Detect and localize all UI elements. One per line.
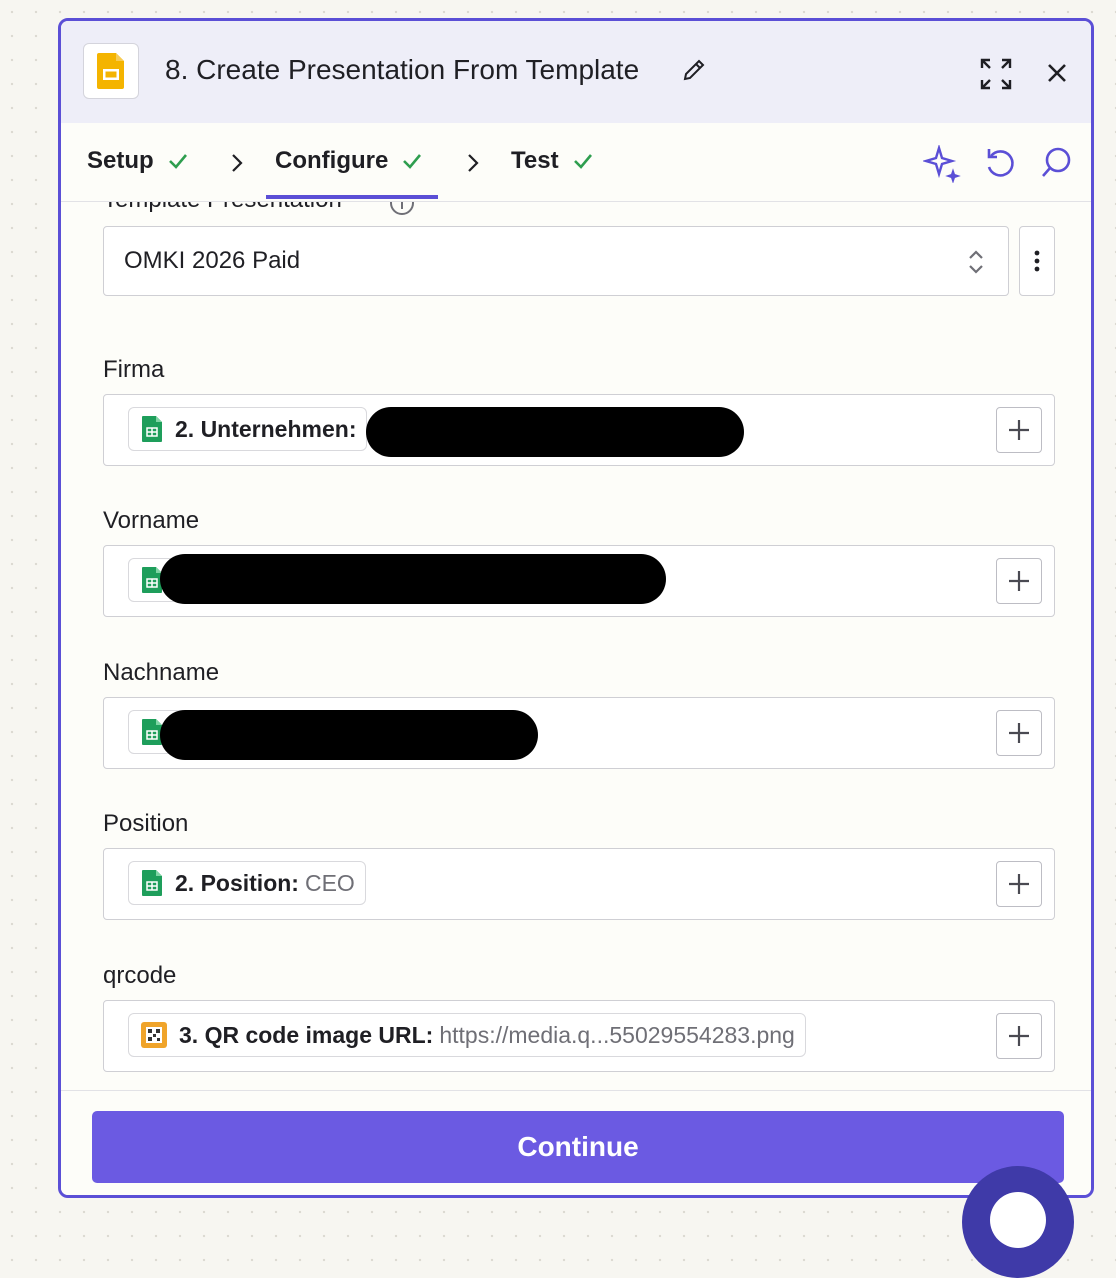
- check-icon: [403, 154, 422, 169]
- panel-footer: Continue: [61, 1090, 1091, 1195]
- plus-icon: [1009, 571, 1029, 591]
- google-sheets-icon: [142, 870, 162, 896]
- chat-icon: [990, 1192, 1046, 1248]
- plus-icon: [1009, 1026, 1029, 1046]
- chevron-up-down-icon: [966, 247, 986, 282]
- tab-setup-label: Setup: [87, 147, 154, 174]
- chip-label: 2. Position:: [175, 869, 299, 896]
- mapped-value-chip[interactable]: 2. Position: CEO: [128, 861, 366, 905]
- template-presentation-label: Template Presentation: [103, 202, 342, 214]
- redacted-block: [160, 554, 666, 604]
- position-input[interactable]: 2. Position: CEO: [103, 848, 1055, 920]
- page-title: 8. Create Presentation From Template: [165, 54, 640, 85]
- chevron-right-icon: [232, 154, 243, 172]
- field-label-firma: Firma: [103, 356, 165, 383]
- undo-icon[interactable]: [983, 145, 1017, 186]
- active-tab-indicator: [266, 195, 438, 199]
- plus-icon: [1009, 874, 1029, 894]
- add-mapping-button[interactable]: [996, 710, 1042, 756]
- field-label-qrcode: qrcode: [103, 962, 177, 989]
- qr-code-app-icon: [141, 1022, 167, 1048]
- search-icon[interactable]: [1039, 145, 1073, 186]
- chip-value: https://media.q...55029554283.png: [439, 1021, 795, 1048]
- redacted-block: [160, 710, 538, 760]
- firma-input[interactable]: 2. Unternehmen:: [103, 394, 1055, 466]
- step-editor-panel: 8. Create Presentation From Template Set…: [58, 18, 1094, 1198]
- chat-launcher-button[interactable]: [962, 1166, 1074, 1278]
- tab-configure-label: Configure: [275, 147, 389, 174]
- plus-icon: [1009, 420, 1029, 440]
- plus-icon: [1009, 723, 1029, 743]
- add-mapping-button[interactable]: [996, 558, 1042, 604]
- close-icon[interactable]: [1043, 59, 1071, 92]
- field-label-position: Position: [103, 810, 189, 837]
- field-label-vorname: Vorname: [103, 507, 200, 534]
- chip-label: 2. Unternehmen:: [175, 415, 357, 442]
- step-tabs: Setup Configure Test: [61, 123, 1091, 202]
- panel-header: 8. Create Presentation From Template: [61, 21, 1091, 123]
- add-mapping-button[interactable]: [996, 1013, 1042, 1059]
- tab-test-label: Test: [511, 147, 559, 174]
- mapped-value-chip[interactable]: 3. QR code image URL: https://media.q...…: [128, 1013, 806, 1057]
- sparkle-icon[interactable]: [921, 143, 961, 188]
- template-select-value: OMKI 2026 Paid: [124, 247, 301, 274]
- qrcode-input[interactable]: 3. QR code image URL: https://media.q...…: [103, 1000, 1055, 1072]
- check-icon: [168, 154, 187, 169]
- google-sheets-icon: [142, 416, 162, 442]
- check-icon: [573, 154, 592, 169]
- more-options-button[interactable]: [1019, 226, 1055, 296]
- google-slides-icon: [83, 43, 139, 99]
- field-label-nachname: Nachname: [103, 659, 220, 686]
- edit-pencil-icon[interactable]: [681, 57, 707, 88]
- chip-value: CEO: [304, 869, 355, 896]
- continue-button[interactable]: Continue: [92, 1111, 1064, 1183]
- add-mapping-button[interactable]: [996, 407, 1042, 453]
- info-icon[interactable]: [389, 202, 415, 221]
- chip-label: 3. QR code image URL:: [179, 1021, 434, 1048]
- tab-setup[interactable]: Setup: [87, 147, 190, 175]
- tab-configure[interactable]: Configure: [275, 147, 424, 175]
- nachname-input[interactable]: [103, 697, 1055, 769]
- template-select[interactable]: OMKI 2026 Paid: [103, 226, 1009, 296]
- chevron-right-icon: [468, 154, 479, 172]
- add-mapping-button[interactable]: [996, 861, 1042, 907]
- vorname-input[interactable]: [103, 545, 1055, 617]
- tab-test[interactable]: Test: [511, 147, 595, 175]
- form-content: Template Presentation OMKI 2026 Paid Fir…: [61, 202, 1091, 1090]
- kebab-menu-icon: [1034, 250, 1040, 272]
- redacted-block: [366, 407, 744, 457]
- mapped-value-chip[interactable]: 2. Unternehmen:: [128, 407, 368, 451]
- expand-icon[interactable]: [979, 57, 1013, 96]
